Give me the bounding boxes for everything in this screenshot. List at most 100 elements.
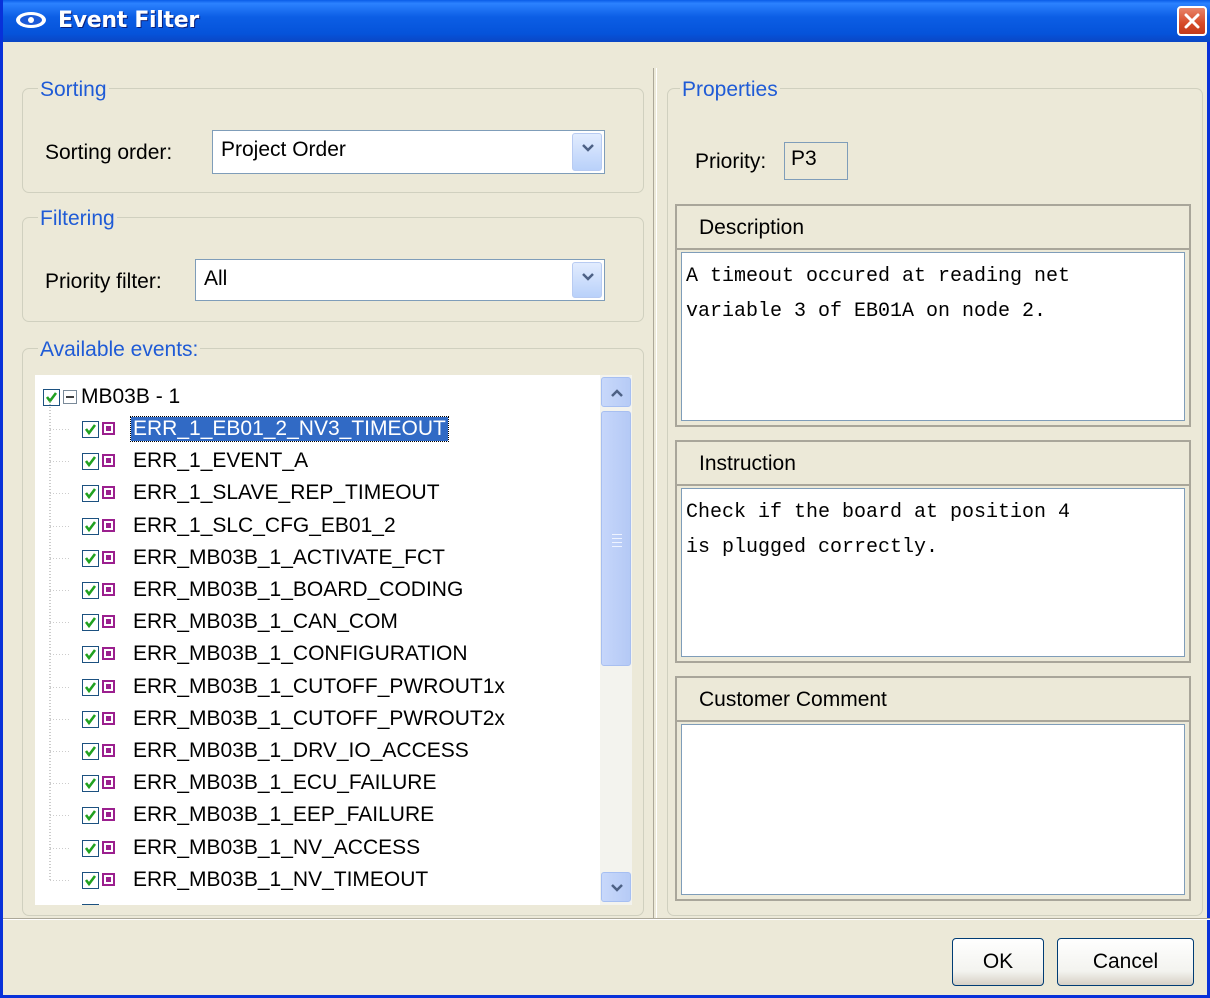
tree-item[interactable]: ERR_MB03B_1_CONFIGURATION [35, 623, 595, 671]
event-checkbox[interactable] [82, 614, 99, 632]
event-checkbox[interactable] [82, 775, 99, 793]
event-icon [102, 454, 115, 468]
sorting-order-select[interactable]: Project Order [212, 130, 605, 174]
tree-item[interactable]: ERR_MB03B_1_NV_TIMEOUT [35, 848, 595, 897]
tree-item[interactable]: ERR_1_EB01_2_NV3_TIMEOUT [35, 398, 595, 446]
tree-item[interactable]: ERR_MB03B_1_ECU_FAILURE [35, 752, 595, 800]
tree-item-label: ERR_MB03B_1_ECU_FAILURE [133, 771, 437, 795]
tree-item[interactable]: ERR_MB03B_1_ACTIVATE_FCT [35, 526, 595, 575]
event-icon [102, 615, 115, 629]
tree-item[interactable]: ERR_MB03B_1_EEP_FAILURE [35, 784, 595, 832]
checkmark-icon [84, 714, 97, 725]
tree-item-label: ERR_1_SLC_CFG_EB01_2 [133, 513, 396, 537]
tree-item[interactable]: ERR_1_SLC_CFG_EB01_2 [35, 494, 595, 543]
tree-root-node[interactable]: MB03B - 1 [35, 382, 595, 414]
tree-item-label: ERR_1_EB01_2_NV3_TIMEOUT [130, 416, 449, 442]
event-checkbox[interactable] [82, 904, 99, 905]
tree-item[interactable]: ERR_MB03B_1_DRV_IO_ACCESS [35, 720, 595, 768]
tree-item[interactable]: ERR_MB03B_1_CAN_COM [35, 591, 595, 639]
tree-item[interactable]: ERR_MB03B_1_CUTOFF_PWROUT1x [35, 655, 595, 704]
tree-connector [49, 752, 70, 785]
checkmark-icon [84, 488, 97, 500]
tree-item-label: ERR_MB03B_1_NV_TIMEOUT [133, 867, 429, 891]
tree-connector [49, 526, 70, 559]
event-checkbox[interactable] [82, 710, 99, 728]
ok-button[interactable]: OK [952, 938, 1044, 986]
tree-connector [49, 687, 70, 720]
filtering-legend: Filtering [38, 207, 117, 231]
tree-item-label: ERR_MB03B_1_EEP_FAILURE [133, 803, 435, 827]
customer-comment-input[interactable] [681, 724, 1185, 895]
tree-item[interactable]: ERR_MB03B_1_NV_ACCESS [35, 816, 595, 865]
event-icon [102, 647, 115, 661]
event-checkbox[interactable] [82, 743, 99, 760]
event-icon [102, 550, 115, 564]
event-icon [102, 808, 115, 822]
priority-filter-select[interactable]: All [195, 259, 605, 301]
tree-item-label: ERR_1_SLAVE_REP_TIMEOUT [133, 481, 440, 505]
event-checkbox[interactable] [82, 485, 99, 503]
checkmark-icon [84, 681, 97, 693]
instruction-header: Instruction [677, 442, 1189, 486]
chevron-down-icon [611, 884, 623, 892]
event-checkbox[interactable] [82, 421, 99, 438]
event-icon [102, 744, 115, 757]
scroll-down-button[interactable] [601, 872, 631, 902]
tree-item-label: ERR_MB03B_1_BOARD_CODING [133, 578, 464, 601]
scroll-thumb[interactable] [601, 411, 631, 666]
tree-connector [49, 720, 70, 752]
panel-splitter[interactable] [653, 68, 657, 918]
event-icon [102, 583, 115, 596]
priority-filter-label: Priority filter: [45, 270, 162, 293]
tree-item[interactable]: ERR_1_EVENT_A [35, 430, 595, 478]
tree-item[interactable]: ERR_1_SLAVE_REP_TIMEOUT [35, 462, 595, 510]
checkmark-icon [84, 649, 97, 661]
tree-connector [49, 784, 70, 817]
tree-root-label: MB03B - 1 [81, 385, 181, 408]
sorting-legend: Sorting [38, 78, 109, 102]
checkmark-icon [84, 456, 97, 468]
tree-connector [49, 559, 70, 591]
event-checkbox[interactable] [82, 549, 99, 567]
description-text[interactable]: A timeout occured at reading net variabl… [681, 252, 1185, 421]
event-checkbox[interactable] [82, 871, 99, 889]
tree-connector [49, 462, 70, 495]
customer-comment-header: Customer Comment [677, 678, 1189, 722]
tree-item-label: ERR_MB03B_1_CUTOFF_PWROUT2x [133, 706, 505, 730]
tree-item-label: ERR_MB03B_1_DRV_IO_ACCESS [133, 739, 469, 762]
checkmark-icon [84, 585, 97, 597]
chevron-down-icon [582, 144, 594, 152]
event-checkbox[interactable] [82, 839, 99, 857]
event-checkbox[interactable] [82, 807, 99, 825]
tree-item-label: ERR_MB03B_1_CAN_COM [133, 610, 398, 634]
window-title: Event Filter [58, 8, 199, 33]
event-checkbox[interactable] [82, 646, 99, 664]
events-tree[interactable]: MB03B - 1 ERR_1_EB01_2_NV3_TIMEOUT ERR_1_… [35, 375, 612, 905]
tree-connector [49, 655, 70, 688]
tree-item[interactable]: ERR_MB03B_1_CUTOFF_PWROUT2x [35, 687, 595, 736]
sorting-dropdown-button[interactable] [572, 133, 602, 171]
close-button[interactable] [1177, 6, 1207, 36]
scroll-up-button[interactable] [601, 377, 631, 407]
checkmark-icon [84, 810, 97, 822]
event-icon [102, 840, 115, 854]
event-icon [102, 518, 115, 532]
instruction-text[interactable]: Check if the board at position 4 is plug… [681, 488, 1185, 657]
event-checkbox[interactable] [82, 517, 99, 535]
customer-comment-panel: Customer Comment [675, 676, 1191, 901]
events-scrollbar[interactable] [600, 375, 632, 905]
tree-connector [49, 430, 70, 463]
event-checkbox[interactable] [82, 678, 99, 696]
chevron-down-icon [582, 273, 594, 281]
event-checkbox[interactable] [82, 453, 99, 471]
priority-dropdown-button[interactable] [572, 262, 602, 298]
checkmark-icon [84, 875, 97, 886]
tree-item-label: ERR_1_EVENT_A [133, 449, 309, 473]
description-panel: Description A timeout occured at reading… [675, 204, 1191, 427]
title-bar[interactable]: Event Filter [3, 0, 1210, 42]
cancel-button[interactable]: Cancel [1057, 938, 1194, 986]
available-events-legend: Available events: [38, 338, 201, 362]
tree-connector [49, 623, 70, 656]
event-checkbox[interactable] [82, 582, 99, 599]
tree-item[interactable]: ERR_MB03B_1_BOARD_CODING [35, 559, 595, 607]
